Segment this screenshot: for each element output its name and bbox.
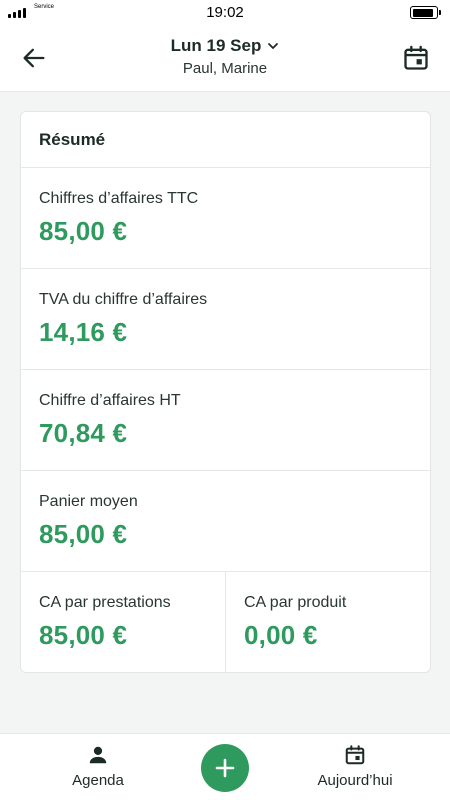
calendar-icon — [345, 745, 365, 765]
stat-vat: TVA du chiffre d’affaires 14,16 € — [21, 269, 430, 370]
nav-agenda[interactable]: Agenda — [48, 744, 148, 789]
stat-value: 85,00 € — [39, 216, 128, 246]
top-header: Lun 19 Sep Paul, Marine — [0, 26, 450, 92]
stat-value: 0,00 € — [244, 620, 318, 650]
nav-today[interactable]: Aujourd’hui — [300, 744, 410, 789]
stat-revenue-ttc: Chiffres d’affaires TTC 85,00 € — [21, 168, 430, 269]
stat-revenue-products: CA par produit 0,00 € — [226, 572, 430, 672]
stat-revenue-services: CA par prestations 85,00 € — [21, 572, 226, 672]
split-stats-row: CA par prestations 85,00 € CA par produi… — [21, 572, 430, 672]
header-title-block: Lun 19 Sep Paul, Marine — [100, 36, 350, 77]
stat-label: CA par produit — [244, 594, 347, 611]
app-screen: Service 19:02 Lun 19 Sep Paul, Marine Ré… — [0, 0, 450, 800]
battery-icon — [410, 6, 441, 19]
summary-card: Résumé Chiffres d’affaires TTC 85,00 € T… — [20, 111, 431, 673]
stat-average-basket: Panier moyen 85,00 € — [21, 471, 430, 572]
status-time: 19:02 — [206, 4, 244, 21]
header-date: Lun 19 Sep — [170, 36, 262, 55]
stat-value: 85,00 € — [39, 620, 128, 650]
nav-today-label: Aujourd’hui — [317, 772, 393, 789]
stat-label: Chiffres d’affaires TTC — [39, 190, 199, 207]
date-selector[interactable]: Lun 19 Sep — [171, 36, 280, 56]
card-title: Résumé — [21, 112, 430, 168]
stat-label: TVA du chiffre d’affaires — [39, 291, 208, 308]
back-button[interactable] — [20, 44, 48, 72]
nav-agenda-label: Agenda — [72, 772, 124, 789]
chevron-down-icon — [268, 43, 279, 49]
stat-value: 14,16 € — [39, 317, 128, 347]
calendar-button[interactable] — [402, 44, 430, 72]
stat-value: 85,00 € — [39, 519, 128, 549]
stat-label: Panier moyen — [39, 493, 138, 510]
plus-icon — [215, 758, 235, 778]
person-icon — [89, 746, 107, 764]
calendar-icon — [404, 45, 428, 70]
header-subtitle: Paul, Marine — [182, 60, 268, 77]
stat-label: CA par prestations — [39, 594, 171, 611]
arrow-left-icon — [23, 48, 45, 68]
stat-revenue-ht: Chiffre d’affaires HT 70,84 € — [21, 370, 430, 471]
add-button[interactable] — [201, 744, 249, 792]
status-bar: Service 19:02 — [0, 0, 450, 26]
stat-label: Chiffre d’affaires HT — [39, 392, 181, 409]
stat-value: 70,84 € — [39, 418, 128, 448]
bottom-navigation: Agenda Aujourd’hui — [0, 733, 450, 800]
